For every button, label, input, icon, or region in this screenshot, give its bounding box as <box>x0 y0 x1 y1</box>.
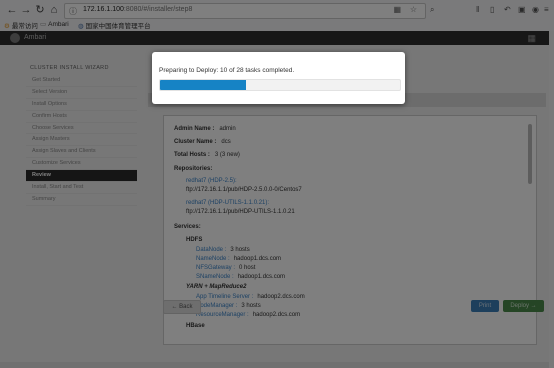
deploy-progress-bar <box>159 79 401 91</box>
deploy-progress-modal: Preparing to Deploy: 10 of 28 tasks comp… <box>152 52 405 104</box>
deploy-progress-message: Preparing to Deploy: 10 of 28 tasks comp… <box>159 67 295 74</box>
deploy-progress-fill <box>160 80 246 90</box>
